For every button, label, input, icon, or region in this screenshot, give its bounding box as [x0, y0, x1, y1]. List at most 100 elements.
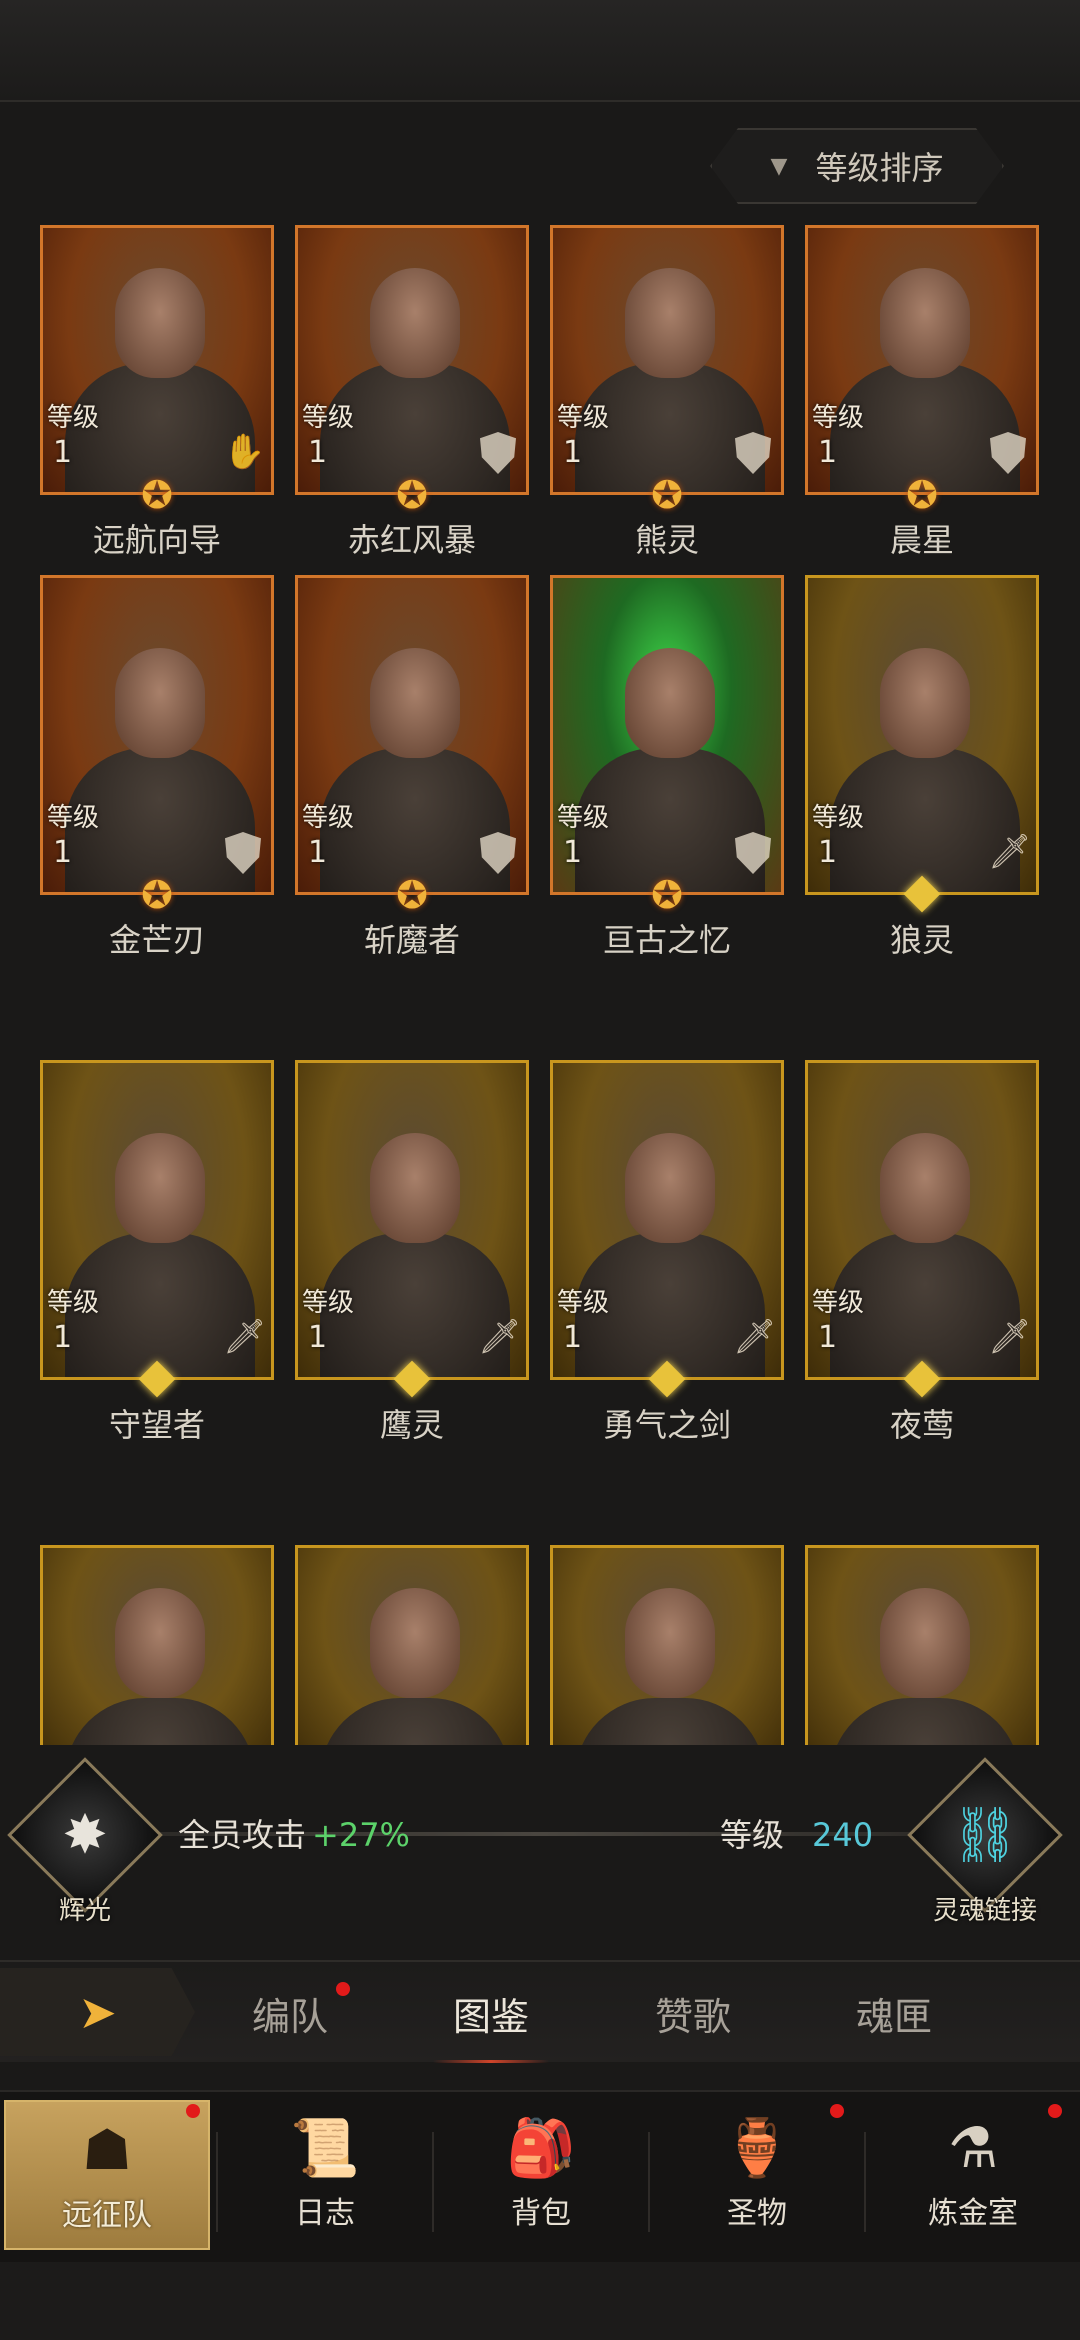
notification-dot	[830, 2104, 844, 2118]
sub-tabs: ➤ 编队 图鉴 赞歌 魂匣	[0, 1960, 1080, 2063]
nav-label: 背包	[511, 2196, 571, 2231]
nav-alchemy[interactable]: ⚗ 炼金室	[870, 2100, 1076, 2250]
dropdown-triangle-icon: ▼	[770, 153, 788, 179]
palm-icon: ✋	[223, 432, 266, 472]
level-label: 等级	[47, 1288, 100, 1318]
hero-portrait: 等级 1	[295, 575, 529, 895]
nav-label: 圣物	[727, 2196, 787, 2231]
divider	[648, 2132, 650, 2232]
hero-card[interactable]: 等级 1 ✪ 斩魔者	[295, 575, 529, 959]
attack-label: 全员攻击	[178, 1816, 307, 1854]
star-rank-icon: ✪	[651, 473, 683, 517]
level-value: 1	[308, 835, 328, 870]
hero-card[interactable]	[805, 1545, 1039, 1745]
sort-button-label: 等级排序	[815, 149, 944, 187]
hero-portrait: 等级 1	[550, 575, 784, 895]
level-value: 1	[563, 835, 583, 870]
level-label: 等级	[812, 1288, 865, 1318]
nav-relics[interactable]: 🏺 圣物	[654, 2100, 860, 2250]
hero-portrait: 等级 1	[40, 575, 274, 895]
hero-portrait	[40, 1545, 274, 1745]
sword-icon: 🗡	[478, 1317, 522, 1357]
divider	[216, 2132, 218, 2232]
hero-portrait	[295, 1545, 529, 1745]
tab-hymns[interactable]: 赞歌	[655, 1986, 731, 2041]
sword-icon: 🗡	[733, 1317, 777, 1357]
hero-portrait	[805, 1545, 1039, 1745]
tab-codex[interactable]: 图鉴	[432, 1986, 550, 2063]
notification-dot	[186, 2104, 200, 2118]
hero-card[interactable]	[295, 1545, 529, 1745]
hero-card[interactable]: 等级 1 ✪ 亘古之忆	[550, 575, 784, 959]
hero-card[interactable]: 等级 1 🗡 守望者	[40, 1060, 274, 1444]
level-label: 等级	[557, 403, 610, 433]
footer-frame	[0, 2262, 1080, 2340]
level-value: 1	[53, 435, 73, 470]
hero-name: 鹰灵	[379, 1406, 444, 1444]
hero-card[interactable]: 等级 1 ✪ 金芒刃	[40, 575, 274, 959]
hero-name: 晨星	[889, 521, 954, 559]
hero-card[interactable]: 等级 1 ✪ 晨星	[805, 225, 1039, 559]
hero-card[interactable]: 等级 1 ✪ 熊灵	[550, 225, 784, 559]
hero-portrait: 等级 1 ✋	[40, 225, 274, 495]
sort-by-level-button[interactable]: ▼ 等级排序	[710, 128, 1004, 204]
hero-portrait: 等级 1	[805, 225, 1039, 495]
hero-name: 金芒刃	[108, 921, 205, 959]
hero-card[interactable]: 等级 1 🗡 狼灵	[805, 575, 1039, 959]
hero-portrait: 等级 1 🗡	[550, 1060, 784, 1380]
level-value: 1	[818, 1320, 838, 1355]
star-rank-icon: ✪	[906, 473, 938, 517]
soul-link-label: 灵魂链接	[932, 1896, 1037, 1926]
nav-label: 日志	[295, 2196, 355, 2231]
level-value: 1	[53, 1320, 73, 1355]
horned-helmet-icon: ☗	[81, 2118, 133, 2183]
tab-soul-box[interactable]: 魂匣	[856, 1986, 932, 2041]
hero-card[interactable]	[550, 1545, 784, 1745]
nav-label: 远征队	[62, 2198, 152, 2233]
star-rank-icon: ✪	[396, 473, 428, 517]
star-rank-icon: ✪	[141, 873, 173, 917]
hero-portrait: 等级 1 🗡	[40, 1060, 274, 1380]
hero-portrait: 等级 1 🗡	[805, 575, 1039, 895]
hero-card[interactable]: 等级 1 ✪ 赤红风暴	[295, 225, 529, 559]
hero-card[interactable]: 等级 1 🗡 勇气之剑	[550, 1060, 784, 1444]
level-value: 1	[818, 835, 838, 870]
total-level-label: 等级	[720, 1816, 785, 1854]
hero-grid: 等级 1 ✋ ✪ 远航向导 等级 1 ✪ 赤红风暴 等级 1 ✪ 熊灵 等级 1	[40, 225, 1040, 1745]
bottom-navigation: ☗ 远征队 📜 日志 🎒 背包 🏺 圣物 ⚗ 炼金室	[0, 2090, 1080, 2262]
level-value: 1	[308, 1320, 328, 1355]
hero-card[interactable]: 等级 1 🗡 鹰灵	[295, 1060, 529, 1444]
level-value: 1	[308, 435, 328, 470]
team-bonus-bar: ✸ 辉光 全员攻击 +27% 等级 240 ⛓ 灵魂链接	[0, 1757, 1080, 1926]
back-arrow-button[interactable]: ➤	[0, 1968, 195, 2056]
nav-expedition[interactable]: ☗ 远征队	[4, 2100, 210, 2250]
radiance-label: 辉光	[58, 1896, 111, 1926]
team-attack-bonus: 全员攻击 +27%	[178, 1810, 410, 1856]
level-value: 1	[563, 435, 583, 470]
nav-label: 炼金室	[928, 2196, 1018, 2231]
nav-journal[interactable]: 📜 日志	[222, 2100, 428, 2250]
hero-card[interactable]: 等级 1 ✋ ✪ 远航向导	[40, 225, 274, 559]
hero-name: 斩魔者	[363, 921, 460, 959]
hero-name: 赤红风暴	[347, 521, 476, 559]
sword-icon: 🗡	[223, 1317, 267, 1357]
tab-formation[interactable]: 编队	[252, 1986, 328, 2041]
hero-card[interactable]: 等级 1 🗡 夜莺	[805, 1060, 1039, 1444]
level-label: 等级	[812, 403, 865, 433]
level-label: 等级	[302, 1288, 355, 1318]
chalice-icon: 🏺	[722, 2116, 792, 2181]
nav-backpack[interactable]: 🎒 背包	[438, 2100, 644, 2250]
radiance-emblem[interactable]: ✸ 辉光	[7, 1757, 163, 1926]
hero-name: 狼灵	[889, 921, 954, 959]
alchemy-symbol-icon: ⚗	[947, 2116, 999, 2181]
level-value: 1	[563, 1320, 583, 1355]
hero-card[interactable]	[40, 1545, 274, 1745]
level-label: 等级	[557, 1288, 610, 1318]
hero-name: 勇气之剑	[602, 1406, 731, 1444]
divider	[864, 2132, 866, 2232]
attack-value: +27%	[312, 1816, 410, 1854]
level-label: 等级	[812, 803, 865, 833]
soul-link-emblem[interactable]: ⛓ 灵魂链接	[907, 1757, 1063, 1926]
star-rank-icon: ✪	[396, 873, 428, 917]
sword-icon: 🗡	[988, 832, 1032, 872]
